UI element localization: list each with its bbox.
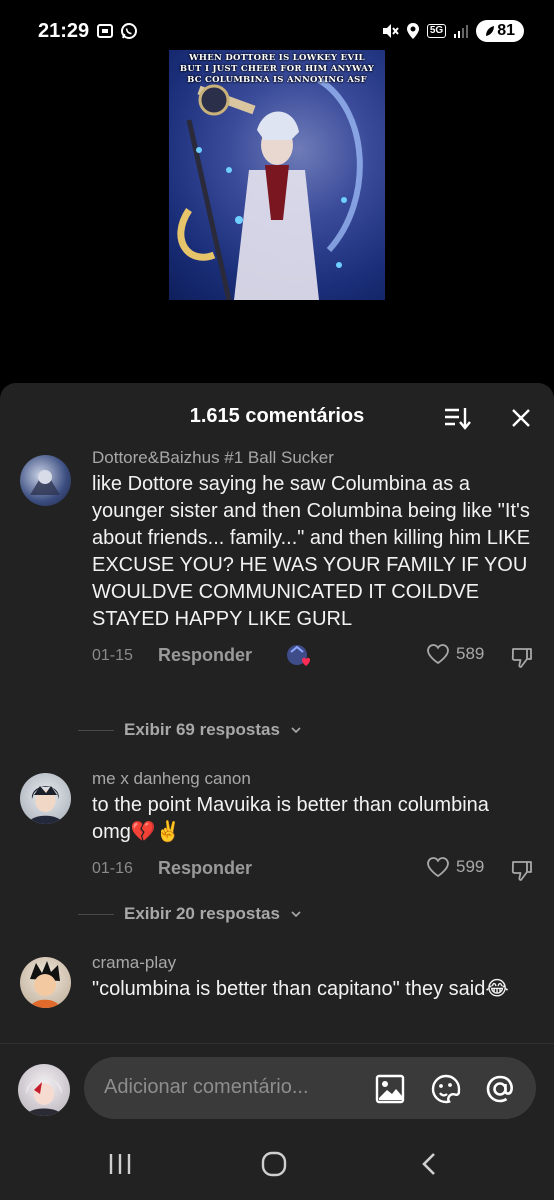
divider bbox=[78, 913, 114, 915]
comment-input[interactable]: Adicionar comentário... bbox=[84, 1057, 536, 1119]
battery-level: 81 bbox=[497, 22, 515, 39]
dislike-icon[interactable] bbox=[510, 645, 534, 669]
comment-username[interactable]: Dottore&Baizhus #1 Ball Sucker bbox=[92, 447, 532, 469]
dislike-icon[interactable] bbox=[510, 858, 534, 882]
avatar[interactable] bbox=[20, 957, 71, 1008]
battery-indicator: 81 bbox=[476, 20, 524, 42]
comment-username[interactable]: me x danheng canon bbox=[92, 768, 532, 790]
network-type: 5G bbox=[426, 24, 447, 38]
sort-icon[interactable] bbox=[443, 404, 471, 432]
video-caption: WHEN DOTTORE IS LOWKEY EVIL BUT I JUST C… bbox=[169, 53, 385, 86]
whatsapp-icon bbox=[121, 23, 137, 39]
comment-meta: 01-16 Responder 599 bbox=[92, 856, 532, 884]
video-thumbnail[interactable]: WHEN DOTTORE IS LOWKEY EVIL BUT I JUST C… bbox=[169, 50, 385, 300]
comment-text: to the point Mavuika is better than colu… bbox=[92, 794, 489, 843]
mention-icon[interactable] bbox=[484, 1073, 516, 1105]
avatar-image bbox=[30, 470, 60, 495]
avatar[interactable] bbox=[20, 773, 71, 824]
home-icon[interactable] bbox=[260, 1151, 288, 1177]
recent-apps-icon[interactable] bbox=[106, 1151, 134, 1177]
status-left-icons bbox=[96, 22, 138, 40]
comment-meta: 01-15 Responder 589 bbox=[92, 643, 532, 671]
reply-button[interactable]: Responder bbox=[158, 858, 252, 879]
comment-composer: Adicionar comentário... bbox=[0, 1043, 554, 1125]
comment-username[interactable]: crama-play bbox=[92, 952, 532, 974]
battery-saver-icon bbox=[486, 26, 495, 36]
comment-date: 01-16 bbox=[92, 860, 133, 877]
comment-input-placeholder: Adicionar comentário... bbox=[104, 1076, 309, 1098]
chevron-down-icon bbox=[291, 727, 301, 734]
sheet-header: 1.615 comentários bbox=[0, 401, 554, 435]
caption-line: BUT I JUST CHEER FOR HIM ANYWAY bbox=[179, 64, 375, 74]
image-icon[interactable] bbox=[374, 1073, 406, 1105]
heart-icon bbox=[427, 857, 449, 878]
view-replies-button[interactable]: Exibir 20 respostas bbox=[78, 904, 302, 924]
view-replies-button[interactable]: Exibir 69 respostas bbox=[78, 720, 302, 740]
chevron-down-icon bbox=[291, 911, 301, 918]
location-icon bbox=[406, 23, 419, 39]
comment-date: 01-15 bbox=[92, 647, 133, 664]
emoji-sticker-icon[interactable] bbox=[430, 1073, 462, 1105]
mute-icon bbox=[382, 24, 399, 38]
comment-text: "columbina is better than capitano" they… bbox=[92, 978, 509, 1000]
caption-line: WHEN DOTTORE IS LOWKEY EVIL bbox=[189, 53, 365, 63]
divider bbox=[78, 729, 114, 731]
back-icon[interactable] bbox=[416, 1151, 444, 1177]
view-replies-label: Exibir 69 respostas bbox=[124, 720, 280, 739]
status-time: 21:29 bbox=[38, 20, 90, 42]
video-artwork bbox=[177, 77, 363, 300]
system-nav-bar bbox=[0, 1125, 554, 1200]
comment-text: like Dottore saying he saw Columbina as … bbox=[92, 473, 531, 630]
like-button[interactable]: 599 bbox=[426, 856, 484, 878]
avatar[interactable] bbox=[20, 455, 71, 506]
heart-icon bbox=[427, 644, 449, 665]
view-replies-label: Exibir 20 respostas bbox=[124, 904, 280, 923]
like-count: 589 bbox=[456, 644, 485, 663]
screenshot-icon bbox=[97, 24, 113, 38]
avatar-image bbox=[30, 961, 60, 1008]
like-count: 599 bbox=[456, 857, 485, 876]
creator-liked-icon bbox=[287, 645, 310, 666]
close-icon[interactable] bbox=[509, 406, 533, 430]
status-right-icons: 5G 81 bbox=[381, 20, 524, 42]
my-avatar bbox=[18, 1064, 70, 1116]
like-button[interactable]: 589 bbox=[426, 643, 484, 665]
avatar-image bbox=[28, 786, 63, 824]
signal-icon bbox=[454, 25, 469, 38]
reply-button[interactable]: Responder bbox=[158, 645, 252, 666]
caption-line: BC COLUMBINA IS ANNOYING ASF bbox=[187, 75, 367, 85]
avatar-image bbox=[25, 1078, 63, 1116]
